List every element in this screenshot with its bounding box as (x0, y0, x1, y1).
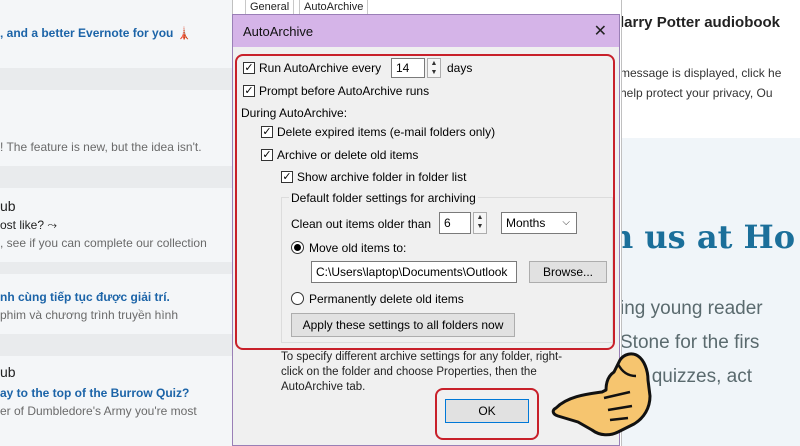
email-heading: n us at Ho (610, 218, 796, 256)
tab-general[interactable]: General (245, 0, 295, 15)
email-subject: larry Potter audiobook (620, 14, 781, 31)
message-preview[interactable]: ! The feature is new, but the idea isn't… (0, 140, 232, 154)
message-subject[interactable]: nh cùng tiếp tục được giải trí. (0, 290, 232, 304)
message-sender[interactable]: ub (0, 364, 232, 380)
message-subject[interactable]: ost like? ⤳ (0, 218, 232, 233)
message-subject[interactable]: ay to the top of the Burrow Quiz? (0, 386, 232, 400)
ok-button[interactable]: OK (445, 399, 529, 423)
close-icon[interactable]: ✕ (594, 21, 607, 41)
list-separator (0, 166, 232, 188)
list-separator (0, 334, 232, 356)
tab-autoarchive[interactable]: AutoArchive (299, 0, 369, 14)
list-separator (0, 262, 232, 274)
message-preview[interactable]: phim và chương trình truyền hình (0, 308, 232, 322)
message-list-pane: ‚ and a better Evernote for you 🗼 ! The … (0, 0, 233, 446)
email-body-line: ing young reader (620, 298, 763, 319)
info-bar-text[interactable]: help protect your privacy, Ou (620, 86, 773, 100)
info-bar-text[interactable]: message is displayed, click he (620, 66, 781, 80)
message-subject[interactable]: ‚ and a better Evernote for you 🗼 (0, 26, 232, 40)
pointing-hand-icon (551, 352, 652, 437)
list-separator (0, 68, 232, 90)
message-preview[interactable]: er of Dumbledore's Army you're most (0, 404, 232, 418)
message-preview[interactable]: , see if you can complete our collection (0, 236, 232, 250)
settings-highlight (235, 54, 615, 350)
dialog-title: AutoArchive (243, 24, 314, 39)
dialog-titlebar[interactable]: AutoArchive ✕ (233, 15, 619, 47)
message-sender[interactable]: ub (0, 198, 232, 214)
